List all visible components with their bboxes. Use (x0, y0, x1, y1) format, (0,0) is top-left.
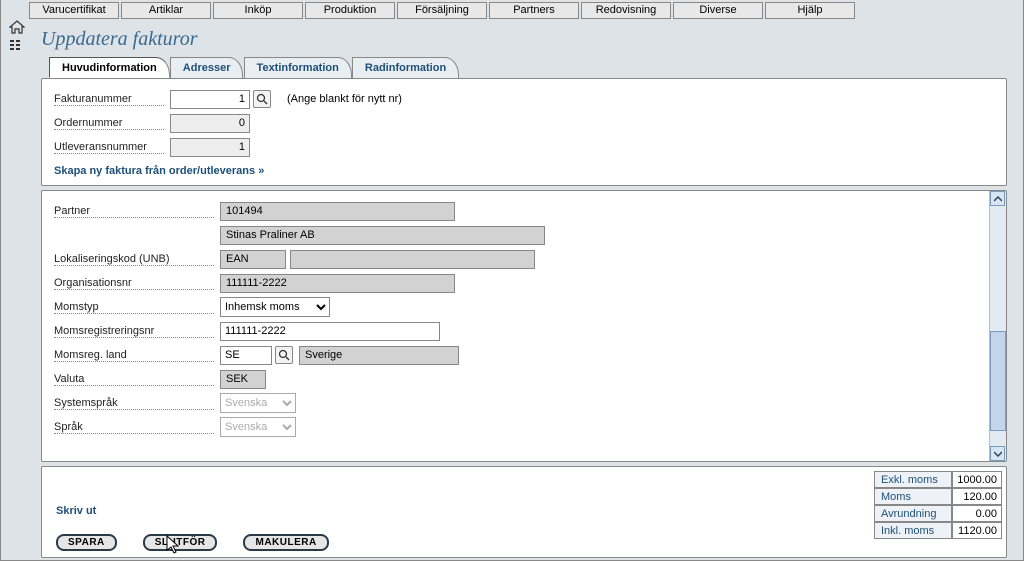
menu-item-varucertifikat[interactable]: Varucertifikat (29, 2, 119, 19)
tab-huvudinformation[interactable]: Huvudinformation (49, 57, 170, 78)
total-inkl-value: 1120.00 (952, 522, 1002, 539)
syssprak-select: Svenska (220, 393, 296, 413)
menu-item-inkop[interactable]: Inköp (213, 2, 303, 19)
left-rail (5, 20, 29, 52)
content-area: Uppdatera fakturor Huvudinformation Adre… (31, 22, 1017, 560)
total-moms-label: Moms (874, 488, 952, 505)
delivery-number-input (170, 138, 250, 157)
search-icon (256, 93, 268, 105)
totals-grid: Exkl. moms 1000.00 Moms 120.00 Avrundnin… (874, 471, 1002, 539)
partner-label: Partner (54, 205, 214, 218)
total-moms-value: 120.00 (952, 488, 1002, 505)
menu-item-partners[interactable]: Partners (489, 2, 579, 19)
orgnr-label: Organisationsnr (54, 277, 214, 290)
momstyp-select[interactable]: Inhemsk moms (220, 297, 330, 317)
total-inkl-label: Inkl. moms (874, 522, 952, 539)
print-link[interactable]: Skriv ut (56, 505, 96, 517)
partner-id-box: 101494 (220, 202, 455, 221)
invoice-number-label: Fakturanummer (54, 93, 164, 106)
momsland-search-button[interactable] (275, 346, 293, 364)
invoice-number-search-button[interactable] (253, 90, 271, 108)
invoice-number-input[interactable] (170, 90, 250, 109)
header-panel: Fakturanummer (Ange blankt för nytt nr) … (41, 78, 1007, 186)
total-exkl-label: Exkl. moms (874, 471, 952, 488)
details-scroll-body: Partner 101494 Stinas Praliner AB Lokali… (42, 191, 989, 461)
chevron-down-icon (994, 451, 1002, 457)
home-icon[interactable] (9, 20, 25, 34)
create-from-order-link[interactable]: Skapa ny faktura från order/utleverans » (54, 165, 264, 177)
menu-item-hjalp[interactable]: Hjälp (765, 2, 855, 19)
tab-adresser[interactable]: Adresser (170, 57, 244, 78)
partner-name-box: Stinas Praliner AB (220, 226, 545, 245)
momsregnr-input[interactable] (220, 322, 440, 341)
finish-button[interactable]: SLUTFÖR (143, 534, 218, 551)
menu-item-diverse[interactable]: Diverse (673, 2, 763, 19)
top-menu: Varucertifikat Artiklar Inköp Produktion… (1, 0, 1023, 21)
valuta-label: Valuta (54, 373, 214, 386)
momsland-name-box: Sverige (299, 346, 459, 365)
menu-item-produktion[interactable]: Produktion (305, 2, 395, 19)
details-panel: Partner 101494 Stinas Praliner AB Lokali… (41, 190, 1007, 462)
menu-item-forsaljning[interactable]: Försäljning (397, 2, 487, 19)
delivery-number-label: Utleveransnummer (54, 141, 164, 154)
order-number-input (170, 114, 250, 133)
total-avr-label: Avrundning (874, 505, 952, 522)
action-row: SPARA SLUTFÖR MAKULERA (56, 534, 329, 551)
list-icon[interactable] (10, 40, 24, 52)
syssprak-label: Systemspråk (54, 397, 214, 410)
orgnr-box: 111111-2222 (220, 274, 455, 293)
search-icon (278, 349, 290, 361)
sprak-label: Språk (54, 421, 214, 434)
unb-value-box (290, 250, 535, 269)
tab-strip: Huvudinformation Adresser Textinformatio… (49, 57, 1017, 79)
total-avr-value: 0.00 (952, 505, 1002, 522)
menu-item-redovisning[interactable]: Redovisning (581, 2, 671, 19)
menu-item-artiklar[interactable]: Artiklar (121, 2, 211, 19)
scroll-down-button[interactable] (990, 446, 1005, 461)
details-scrollbar[interactable] (989, 191, 1006, 461)
scroll-thumb[interactable] (990, 331, 1006, 431)
scroll-up-button[interactable] (990, 191, 1005, 206)
cancel-button[interactable]: MAKULERA (243, 534, 328, 551)
valuta-box: SEK (220, 370, 266, 389)
unb-label: Lokaliseringskod (UNB) (54, 253, 214, 266)
order-number-label: Ordernummer (54, 117, 164, 130)
sprak-select: Svenska (220, 417, 296, 437)
tab-radinformation[interactable]: Radinformation (352, 57, 459, 78)
invoice-number-hint: (Ange blankt för nytt nr) (287, 93, 402, 105)
momsregnr-label: Momsregistreringsnr (54, 325, 214, 338)
footer-panel: Skriv ut SPARA SLUTFÖR MAKULERA Exkl. mo… (41, 466, 1007, 558)
save-button[interactable]: SPARA (56, 534, 117, 551)
chevron-up-icon (994, 196, 1002, 202)
unb-code-box: EAN (220, 250, 286, 269)
tab-textinformation[interactable]: Textinformation (244, 57, 352, 78)
total-exkl-value: 1000.00 (952, 471, 1002, 488)
momsland-code-input[interactable] (220, 346, 272, 365)
momsland-label: Momsreg. land (54, 349, 214, 362)
momstyp-label: Momstyp (54, 301, 214, 314)
page-title: Uppdatera fakturor (31, 22, 1017, 57)
